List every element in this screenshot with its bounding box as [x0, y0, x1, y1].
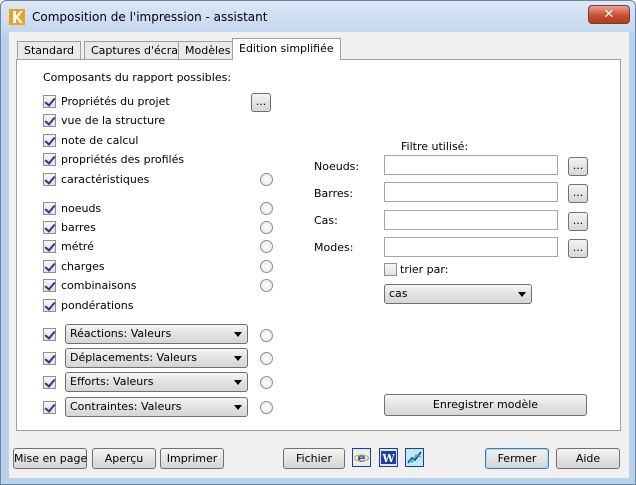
project-properties-more-button[interactable]: ...: [251, 93, 271, 112]
filter-nodes-browse-button[interactable]: ...: [568, 157, 588, 176]
forces-select[interactable]: Efforts: Valeurs: [65, 372, 248, 392]
checkbox-loads[interactable]: [43, 260, 56, 273]
radio-characteristics[interactable]: [260, 173, 273, 186]
label-filter-bars: Barres:: [314, 187, 354, 200]
simplified-edition-panel: Composants du rapport possibles: Proprié…: [16, 59, 621, 431]
title-bar[interactable]: Composition de l'impression - assistant …: [1, 1, 635, 33]
tab-simplified-edition[interactable]: Edition simplifiée: [232, 38, 341, 60]
checkbox-section-properties[interactable]: [43, 153, 56, 166]
reactions-select[interactable]: Réactions: Valeurs: [65, 324, 248, 344]
label-calculation-note: note de calcul: [61, 134, 139, 147]
help-button[interactable]: Aide: [556, 448, 620, 469]
word-export-icon[interactable]: W: [379, 448, 398, 467]
radio-quantities[interactable]: [260, 240, 273, 253]
label-nodes: noeuds: [61, 202, 102, 215]
label-quantities: métré: [61, 240, 94, 253]
checkbox-weightings[interactable]: [43, 299, 56, 312]
chevron-down-icon: [234, 356, 242, 361]
label-sort-by: trier par:: [400, 263, 449, 276]
chevron-down-icon: [234, 405, 242, 410]
reactions-select-value: Réactions: Valeurs: [70, 327, 172, 340]
radio-combinations[interactable]: [260, 279, 273, 292]
displacements-select[interactable]: Déplacements: Valeurs: [65, 348, 248, 368]
checkbox-structure-view[interactable]: [43, 114, 56, 127]
label-characteristics: caractéristiques: [61, 173, 150, 186]
label-filter-modes: Modes:: [314, 241, 354, 254]
radio-bars[interactable]: [260, 221, 273, 234]
filter-modes-input[interactable]: [384, 237, 558, 257]
stresses-select-value: Contraintes: Valeurs: [70, 400, 182, 413]
label-filter-cases: Cas:: [314, 214, 338, 227]
close-window-button[interactable]: ✕: [588, 5, 630, 24]
checkbox-bars[interactable]: [43, 221, 56, 234]
radio-nodes[interactable]: [260, 202, 273, 215]
tab-screen-captures[interactable]: Captures d'écran: [84, 41, 193, 60]
checkbox-combinations[interactable]: [43, 279, 56, 292]
chevron-down-icon: [234, 380, 242, 385]
label-combinations: combinaisons: [61, 279, 137, 292]
stresses-select[interactable]: Contraintes: Valeurs: [65, 397, 248, 417]
label-filter-nodes: Noeuds:: [314, 160, 360, 173]
filter-cases-input[interactable]: [384, 210, 558, 230]
components-heading: Composants du rapport possibles:: [43, 71, 232, 84]
dialog-window: Composition de l'impression - assistant …: [0, 0, 636, 485]
label-loads: charges: [61, 260, 105, 273]
radio-stresses[interactable]: [260, 401, 273, 414]
checkbox-calculation-note[interactable]: [43, 134, 56, 147]
tab-models[interactable]: Modèles: [178, 41, 238, 60]
file-button[interactable]: Fichier: [283, 448, 345, 469]
label-bars: barres: [61, 221, 96, 234]
save-model-button[interactable]: Enregistrer modèle: [384, 394, 587, 416]
chevron-down-icon: [518, 292, 526, 297]
filter-bars-browse-button[interactable]: ...: [568, 184, 588, 203]
close-button[interactable]: Fermer: [485, 448, 549, 469]
radio-forces[interactable]: [260, 376, 273, 389]
svg-text:e: e: [357, 451, 365, 465]
label-structure-view: vue de la structure: [61, 114, 166, 127]
chart-export-icon[interactable]: [405, 448, 424, 467]
checkbox-forces[interactable]: [43, 376, 56, 389]
checkbox-displacements[interactable]: [43, 352, 56, 365]
checkbox-sort-by[interactable]: [384, 263, 397, 276]
ie-export-icon[interactable]: e: [352, 448, 371, 467]
dialog-body: Standard Captures d'écran Modèles Editio…: [9, 32, 629, 478]
checkbox-reactions[interactable]: [43, 328, 56, 341]
page-setup-button[interactable]: Mise en page: [13, 448, 87, 469]
chevron-down-icon: [234, 332, 242, 337]
radio-loads[interactable]: [260, 260, 273, 273]
checkbox-quantities[interactable]: [43, 240, 56, 253]
filter-modes-browse-button[interactable]: ...: [568, 239, 588, 258]
tab-standard[interactable]: Standard: [17, 41, 82, 60]
checkbox-characteristics[interactable]: [43, 173, 56, 186]
radio-reactions[interactable]: [260, 329, 273, 342]
svg-text:W: W: [381, 452, 395, 465]
filter-bars-input[interactable]: [384, 182, 558, 202]
forces-select-value: Efforts: Valeurs: [70, 375, 154, 388]
app-logo-icon: [9, 9, 25, 25]
label-weightings: pondérations: [61, 299, 134, 312]
filter-cases-browse-button[interactable]: ...: [568, 212, 588, 231]
preview-button[interactable]: Aperçu: [92, 448, 156, 469]
label-section-properties: propriétés des profilés: [61, 153, 185, 166]
print-button[interactable]: Imprimer: [160, 448, 224, 469]
checkbox-nodes[interactable]: [43, 202, 56, 215]
checkbox-stresses[interactable]: [43, 401, 56, 414]
filter-heading: Filtre utilisé:: [401, 140, 469, 153]
radio-displacements[interactable]: [260, 352, 273, 365]
sort-by-select[interactable]: cas: [384, 284, 532, 304]
checkbox-project-properties[interactable]: [43, 95, 56, 108]
label-project-properties: Propriétés du projet: [61, 95, 170, 108]
window-title: Composition de l'impression - assistant: [32, 10, 268, 24]
displacements-select-value: Déplacements: Valeurs: [70, 351, 197, 364]
sort-by-select-value: cas: [389, 287, 408, 300]
filter-nodes-input[interactable]: [384, 155, 558, 175]
